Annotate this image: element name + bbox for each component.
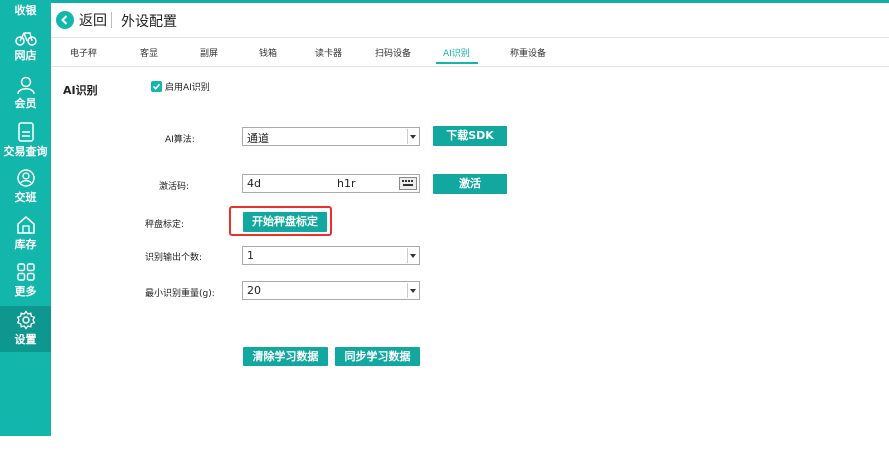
output-count-select[interactable]: 1 — [242, 246, 420, 265]
gear-icon — [16, 310, 35, 330]
algorithm-label: AI算法: — [165, 135, 195, 145]
tab-secondary-screen[interactable]: 副屏 — [200, 46, 218, 59]
sidebar-item-label: 交班 — [14, 191, 37, 204]
sidebar-item-inventory[interactable]: 库存 — [0, 215, 51, 252]
sidebar-item-label: 交易查询 — [3, 145, 48, 158]
activation-code-value: 4d — [247, 177, 261, 190]
section-title: AI识别 — [63, 84, 98, 97]
keyboard-icon[interactable] — [399, 177, 417, 190]
document-icon — [17, 122, 34, 142]
grid-icon — [16, 263, 35, 281]
back-button[interactable]: 返回 — [56, 9, 107, 31]
algorithm-value: 通道 — [247, 132, 269, 145]
sidebar: 收银 网店 会员 交易查询 交班 库存 更多 设置 — [0, 0, 51, 436]
sidebar-item-settings[interactable]: 设置 — [0, 306, 51, 352]
output-count-label: 识别输出个数: — [145, 253, 203, 263]
bicycle-icon — [14, 32, 37, 46]
header-divider — [111, 12, 112, 28]
sidebar-item-label: 会员 — [14, 97, 37, 110]
tab-card-reader[interactable]: 读卡器 — [315, 46, 342, 59]
sync-learning-data-button[interactable]: 同步学习数据 — [335, 347, 420, 366]
calibration-label: 秤盘标定: — [145, 220, 185, 230]
sidebar-item-more[interactable]: 更多 — [0, 262, 51, 299]
back-label: 返回 — [79, 13, 107, 29]
sidebar-item-shift[interactable]: 交班 — [0, 168, 51, 205]
sidebar-item-online-store[interactable]: 网店 — [0, 28, 51, 63]
download-sdk-button[interactable]: 下载SDK — [433, 126, 507, 146]
dropdown-arrow-icon — [407, 129, 418, 144]
warehouse-icon — [16, 216, 35, 234]
min-weight-value: 20 — [247, 284, 261, 297]
tab-customer-display[interactable]: 客显 — [140, 46, 158, 59]
min-weight-select[interactable]: 20 — [242, 281, 420, 300]
tab-cash-drawer[interactable]: 钱箱 — [259, 46, 277, 59]
tab-ai-recognition[interactable]: AI识别 — [443, 46, 470, 59]
shift-handover-icon — [16, 169, 35, 187]
tab-scale[interactable]: 电子秤 — [70, 46, 97, 59]
tab-scanner[interactable]: 扫码设备 — [375, 46, 411, 59]
active-tab-indicator — [436, 62, 478, 64]
checkmark-icon — [151, 81, 162, 92]
clear-learning-data-button[interactable]: 清除学习数据 — [243, 347, 328, 366]
sidebar-item-member[interactable]: 会员 — [0, 76, 51, 111]
sidebar-item-label: 网店 — [14, 49, 37, 62]
sidebar-item-label: 更多 — [14, 285, 37, 298]
min-weight-label: 最小识别重量(g): — [145, 289, 215, 299]
sidebar-item-label: 库存 — [14, 238, 37, 251]
sidebar-item-label: 收银 — [14, 4, 37, 17]
activation-code-tail: h1r — [337, 177, 356, 190]
back-arrow-icon — [56, 11, 74, 29]
output-count-value: 1 — [247, 249, 254, 262]
activation-label: 激活码: — [159, 182, 190, 192]
enable-ai-checkbox[interactable]: 启用AI识别 — [151, 80, 210, 93]
activation-code-input[interactable]: 4d h1r — [242, 174, 420, 193]
sidebar-item-cashier[interactable]: 收银 — [0, 2, 51, 18]
dropdown-arrow-icon — [407, 283, 418, 298]
dropdown-arrow-icon — [407, 248, 418, 263]
sidebar-item-label: 设置 — [14, 333, 37, 346]
tab-weighing-device[interactable]: 称重设备 — [510, 46, 546, 59]
device-tabs: 电子秤 客显 副屏 钱箱 读卡器 扫码设备 AI识别 称重设备 — [51, 38, 889, 67]
page-header: 返回 外设配置 — [51, 3, 889, 38]
sidebar-item-transactions[interactable]: 交易查询 — [0, 122, 51, 159]
activate-button[interactable]: 激活 — [433, 174, 507, 194]
algorithm-select[interactable]: 通道 — [242, 127, 420, 146]
start-calibration-button[interactable]: 开始秤盘标定 — [243, 212, 327, 232]
page-title: 外设配置 — [121, 14, 177, 30]
user-icon — [16, 76, 35, 94]
enable-ai-label: 启用AI识别 — [165, 83, 210, 93]
